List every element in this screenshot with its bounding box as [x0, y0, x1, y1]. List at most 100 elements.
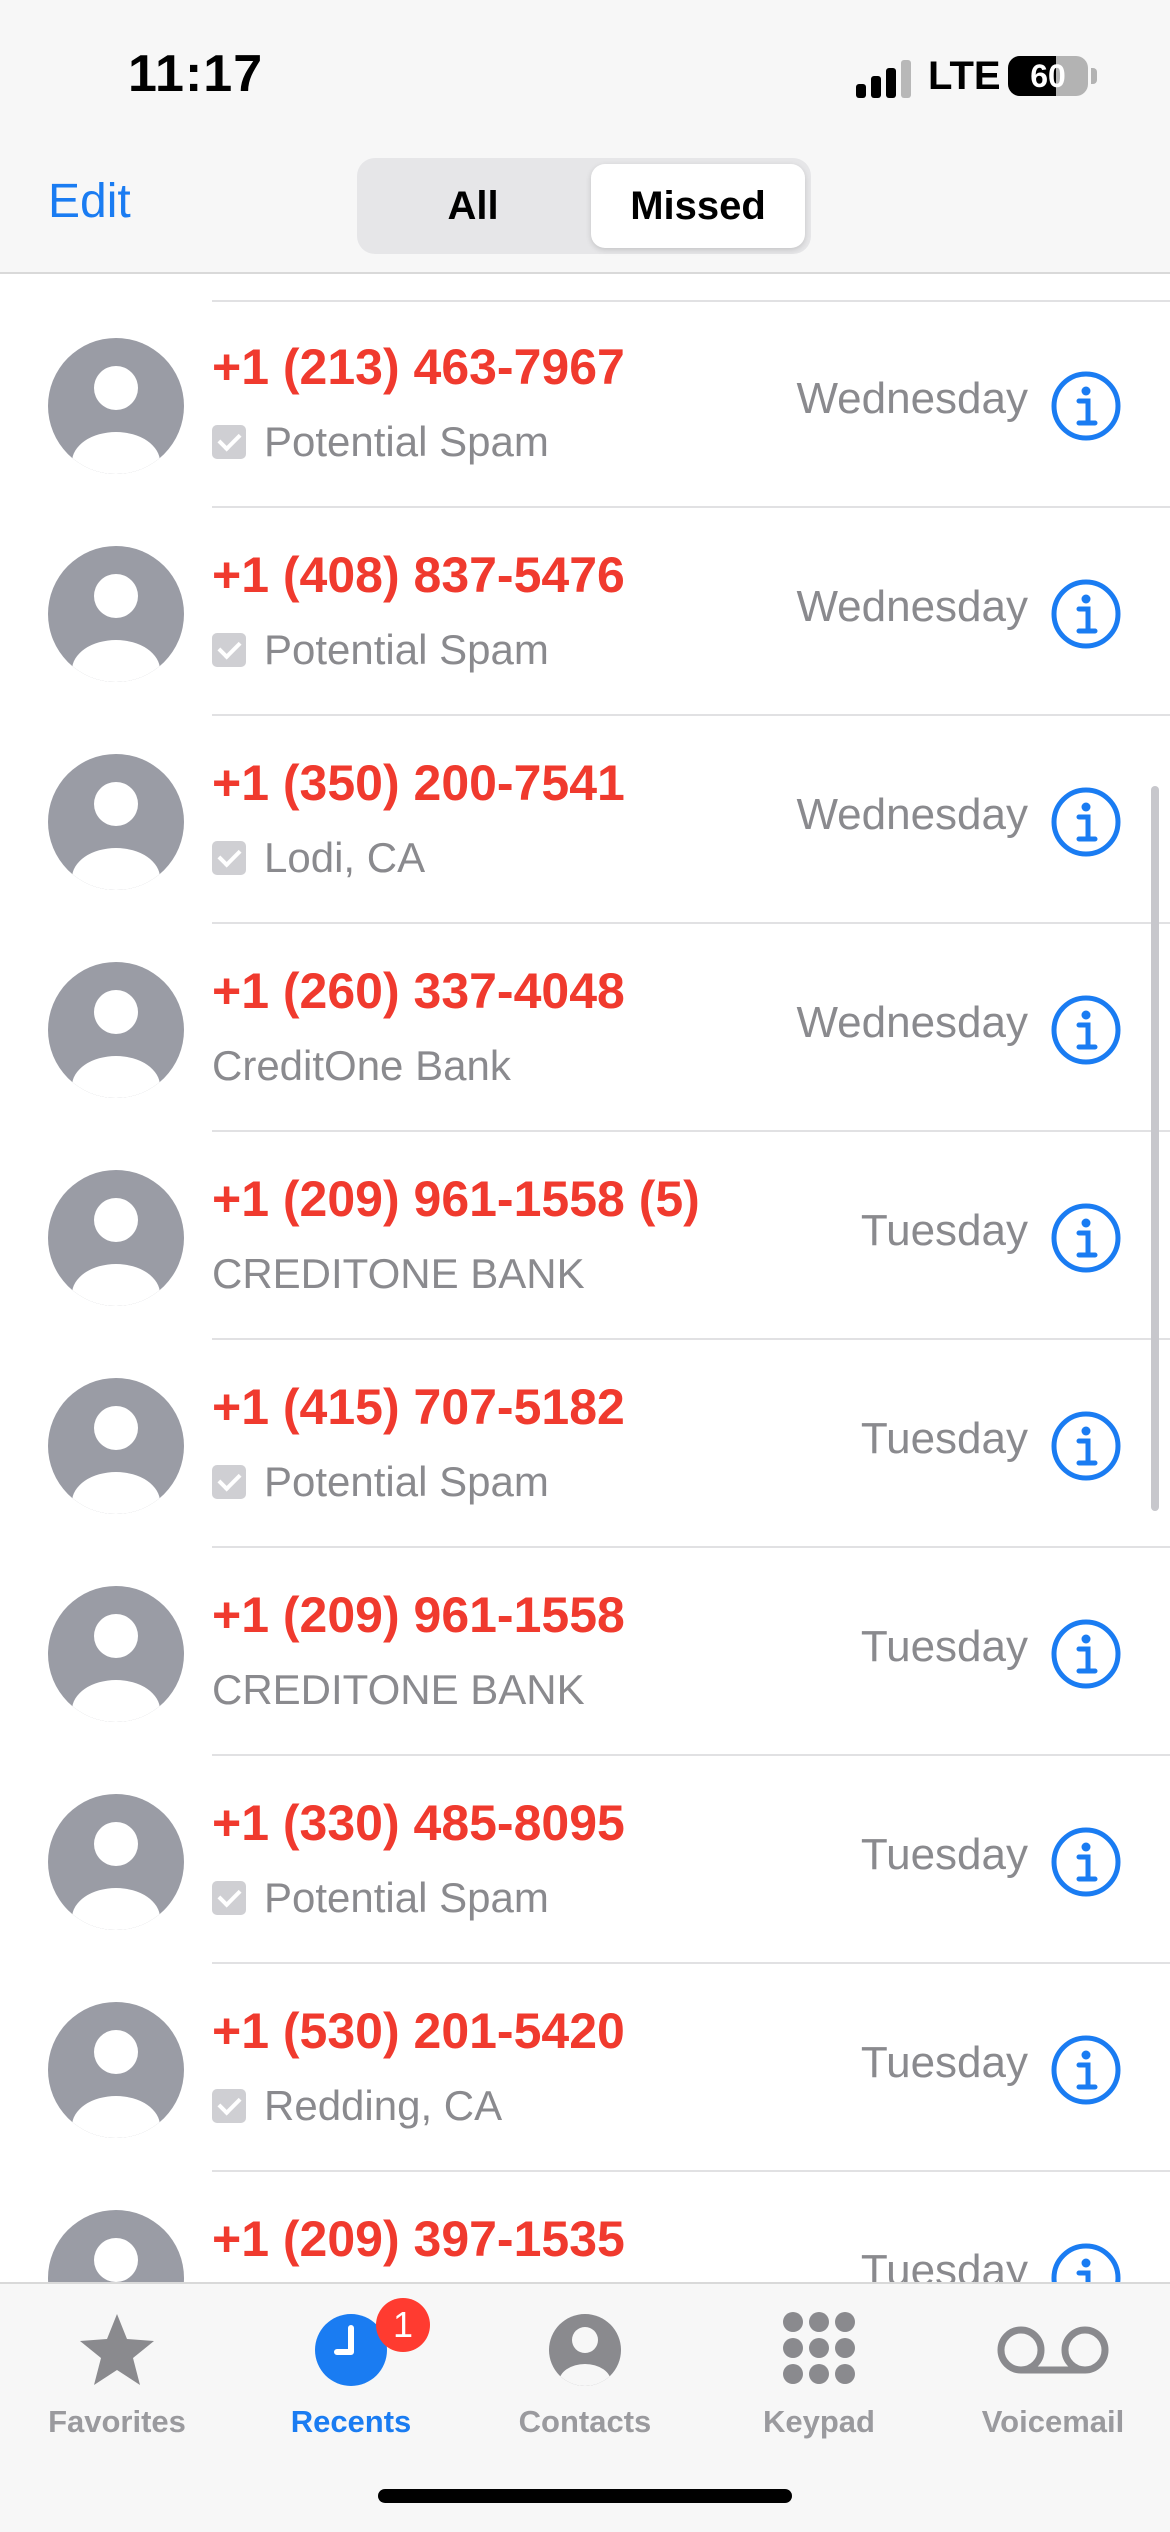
person-circle-icon [549, 2314, 621, 2386]
call-day: Wednesday [796, 582, 1028, 631]
battery-percent: 60 [1030, 58, 1066, 94]
segment-missed[interactable]: Missed [591, 164, 805, 248]
tab-label: Favorites [48, 2404, 186, 2439]
call-number: +1 (209) 397-1535 [212, 2211, 625, 2267]
contact-avatar-icon [48, 546, 184, 682]
call-label: Potential Spam [264, 626, 549, 673]
tab-label: Voicemail [981, 2404, 1125, 2439]
keypad-icon [783, 2312, 855, 2384]
phone-recents-screen: 11:17 LTE 60 Edit All Missed +1 (213) 46… [0, 0, 1170, 2532]
segment-all[interactable]: All [363, 164, 583, 248]
contact-avatar-icon [48, 1586, 184, 1722]
edit-button[interactable]: Edit [48, 174, 131, 229]
call-number: +1 (209) 961-1558 [212, 1587, 625, 1643]
call-number: +1 (330) 485-8095 [212, 1795, 625, 1851]
call-label: Redding, CA [264, 2082, 503, 2129]
call-row[interactable]: +1 (408) 837-5476 Potential Spam Wednesd… [0, 508, 1170, 716]
call-subtitle: CREDITONE BANK [212, 1250, 585, 1298]
info-icon[interactable] [1050, 578, 1122, 650]
call-subtitle: Potential Spam [212, 626, 549, 674]
status-time: 11:17 [128, 45, 264, 103]
call-subtitle: Potential Spam [212, 1874, 549, 1922]
call-day: Tuesday [860, 2246, 1028, 2282]
call-number: +1 (530) 201-5420 [212, 2003, 625, 2059]
call-number: +1 (213) 463-7967 [212, 339, 625, 395]
contact-avatar-icon [48, 2210, 184, 2282]
scroll-indicator[interactable] [1151, 786, 1159, 1511]
checkmark-box-icon [212, 841, 246, 875]
checkmark-box-icon [212, 1465, 246, 1499]
checkmark-box-icon [212, 633, 246, 667]
call-label: Lodi, CA [264, 834, 426, 881]
recent-calls-list: +1 (213) 463-7967 Potential Spam Wednesd… [0, 300, 1170, 2282]
info-icon[interactable] [1050, 1410, 1122, 1482]
star-icon [80, 2314, 154, 2385]
voicemail-icon [997, 2326, 1109, 2374]
contact-avatar-icon [48, 1378, 184, 1514]
info-icon[interactable] [1050, 370, 1122, 442]
call-subtitle: Lodi, CA [212, 834, 425, 882]
status-bar: 11:17 LTE 60 [0, 0, 1170, 150]
tab-label: Recents [290, 2404, 412, 2439]
call-number: +1 (209) 961-1558 (5) [212, 1171, 700, 1227]
call-subtitle: CreditOne Bank [212, 1042, 511, 1090]
call-day: Tuesday [860, 1414, 1028, 1463]
call-day: Tuesday [860, 1622, 1028, 1671]
call-number: +1 (350) 200-7541 [212, 755, 625, 811]
call-row[interactable]: +1 (350) 200-7541 Lodi, CA Wednesday [0, 716, 1170, 924]
tab-label: Contacts [518, 2404, 652, 2439]
missed-calls-badge: 1 [376, 2298, 430, 2352]
tab-label: Keypad [763, 2404, 875, 2439]
call-row[interactable]: +1 (530) 201-5420 Redding, CA Tuesday [0, 1964, 1170, 2172]
call-subtitle: Redding, CA [212, 2082, 502, 2130]
call-row[interactable]: +1 (415) 707-5182 Potential Spam Tuesday [0, 1340, 1170, 1548]
call-subtitle: Potential Spam [212, 418, 549, 466]
tab-contacts[interactable]: Contacts [468, 2298, 702, 2458]
contact-avatar-icon [48, 1794, 184, 1930]
call-day: Wednesday [796, 374, 1028, 423]
call-day: Tuesday [860, 1830, 1028, 1879]
info-icon[interactable] [1050, 1202, 1122, 1274]
call-label: CreditOne Bank [212, 1042, 511, 1089]
nav-bar: Edit All Missed [0, 150, 1170, 274]
call-subtitle: Potential Spam [212, 1458, 549, 1506]
info-icon[interactable] [1050, 994, 1122, 1066]
info-icon[interactable] [1050, 1618, 1122, 1690]
network-type: LTE [928, 54, 1001, 98]
checkmark-box-icon [212, 425, 246, 459]
calls-filter-segmented-control: All Missed [357, 158, 811, 254]
call-number: +1 (415) 707-5182 [212, 1379, 625, 1435]
tab-recents[interactable]: 1 Recents [234, 2298, 468, 2458]
tab-favorites[interactable]: Favorites [0, 2298, 234, 2458]
info-icon[interactable] [1050, 786, 1122, 858]
checkmark-box-icon [212, 2089, 246, 2123]
call-label: Potential Spam [264, 418, 549, 465]
contact-avatar-icon [48, 2002, 184, 2138]
call-label: CREDITONE BANK [212, 1666, 585, 1713]
home-indicator[interactable] [378, 2489, 792, 2503]
tab-keypad[interactable]: Keypad [702, 2298, 936, 2458]
call-row[interactable]: +1 (209) 961-1558 (5) CREDITONE BANK Tue… [0, 1132, 1170, 1340]
call-row[interactable]: +1 (209) 961-1558 CREDITONE BANK Tuesday [0, 1548, 1170, 1756]
call-day: Tuesday [860, 2038, 1028, 2087]
call-number: +1 (408) 837-5476 [212, 547, 625, 603]
call-day: Tuesday [860, 1206, 1028, 1255]
contact-avatar-icon [48, 962, 184, 1098]
info-icon[interactable] [1050, 1826, 1122, 1898]
checkmark-box-icon [212, 1881, 246, 1915]
call-day: Wednesday [796, 790, 1028, 839]
call-label: Potential Spam [264, 1874, 549, 1921]
call-row[interactable]: +1 (209) 397-1535 Tuesday [0, 2172, 1170, 2282]
call-day: Wednesday [796, 998, 1028, 1047]
info-icon[interactable] [1050, 2034, 1122, 2106]
call-subtitle: CREDITONE BANK [212, 1666, 585, 1714]
call-number: +1 (260) 337-4048 [212, 963, 625, 1019]
tab-voicemail[interactable]: Voicemail [936, 2298, 1170, 2458]
battery-icon: 60 [1008, 56, 1088, 96]
call-row[interactable]: +1 (213) 463-7967 Potential Spam Wednesd… [0, 300, 1170, 508]
call-row[interactable]: +1 (260) 337-4048 CreditOne Bank Wednesd… [0, 924, 1170, 1132]
info-icon[interactable] [1050, 2242, 1122, 2282]
call-row[interactable]: +1 (330) 485-8095 Potential Spam Tuesday [0, 1756, 1170, 1964]
call-label: CREDITONE BANK [212, 1250, 585, 1297]
contact-avatar-icon [48, 338, 184, 474]
